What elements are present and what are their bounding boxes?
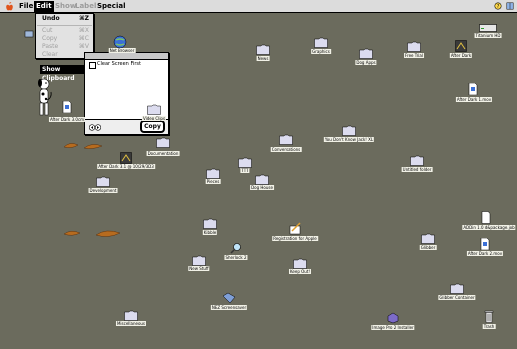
clear-screen-checkbox[interactable] [89, 62, 96, 69]
arrows-icon[interactable] [89, 124, 101, 131]
menu-item-cut[interactable]: Cut ⌘X [36, 27, 93, 35]
pencil-document-icon [289, 222, 301, 235]
after-dark-1-movie-icon[interactable]: After Dark 1.mov [455, 83, 493, 103]
folder-development[interactable]: Development [88, 176, 118, 196]
help-icon[interactable]: ? [494, 2, 502, 10]
nez-screensaver-icon[interactable]: NEZ Screensaver [210, 292, 248, 312]
apple-menu-icon[interactable] [5, 2, 14, 11]
hard-disk-icon[interactable]: Titanium HD [474, 24, 502, 44]
folder-video-clips[interactable]: Video Clips [141, 104, 167, 124]
after-dark-movie-icon[interactable]: After Dark 3.0cm [48, 101, 86, 122]
document-addin-icon[interactable]: ADDin 1.0 d&package.job [462, 211, 516, 231]
installer-box-icon [387, 312, 399, 324]
folder-icon [238, 157, 252, 168]
menu-item-paste[interactable]: Paste ⌘V [36, 43, 93, 51]
folder-dog-house[interactable]: Dog House [250, 174, 274, 194]
after-dark-3-1-icon[interactable]: After Dark 3.1 @ 10/29/3D3 [97, 152, 155, 172]
after-dark-2-movie-icon[interactable]: After Dark 2.mov [466, 238, 504, 258]
sherlock-app-icon[interactable]: Sherlock 2 [224, 242, 248, 262]
folder-news[interactable]: News [252, 44, 274, 64]
finder-application-icon[interactable] [506, 2, 514, 10]
screensaver-icon [222, 292, 236, 304]
folder-kibble[interactable]: Kibble [199, 218, 221, 238]
folder-icon [293, 258, 307, 269]
folder-documentation[interactable]: Documentation [146, 137, 180, 157]
folder-icon [255, 174, 269, 185]
menu-item-undo[interactable]: Undo ⌘Z [36, 15, 93, 23]
folder-glibber-container[interactable]: Glibber Container [438, 283, 476, 303]
menu-item-show-clipboard[interactable]: Show Clipboard [40, 65, 84, 82]
menu-edit[interactable]: Edit [34, 1, 54, 12]
leaf-decoration-icon [63, 143, 103, 149]
menu-separator [37, 25, 92, 26]
folder-icon [96, 176, 110, 187]
folder-icon [314, 37, 328, 48]
trash-icon[interactable]: Trash [478, 310, 500, 330]
folder-conversations[interactable]: Conversations [270, 134, 302, 154]
document-icon [481, 211, 491, 224]
clear-screen-label: Clear Screen First [97, 61, 141, 67]
folder-free-trial[interactable]: Free Trial [403, 41, 425, 61]
folder-new-stuff[interactable]: New Stuff [188, 255, 210, 275]
folder-icon [206, 168, 220, 179]
folder-keep-out[interactable]: Keep Out! [288, 258, 312, 278]
leaf-decoration-icon [63, 230, 121, 237]
folder-icon [279, 134, 293, 145]
folder-icon [147, 104, 161, 115]
dog-mascot-icon[interactable] [35, 76, 53, 118]
net-browser-icon[interactable]: Net Browser [108, 35, 136, 55]
after-dark-icon [120, 152, 132, 164]
menu-file[interactable]: File [17, 1, 35, 12]
folder-icon [407, 41, 421, 52]
browser-application-icon[interactable] [22, 29, 36, 49]
folder-untitled[interactable]: Untitled folder [401, 155, 433, 175]
folder-graphics[interactable]: Graphics [310, 37, 332, 57]
after-dark-folder[interactable]: After Dark [449, 40, 473, 60]
folder-icon [342, 125, 356, 136]
menu-bar: File Edit Show Label Special ? [0, 0, 517, 13]
folder-icon [156, 137, 170, 148]
folder-icon [124, 310, 138, 321]
magnifier-icon [230, 243, 241, 254]
folder-icon [256, 44, 270, 55]
after-dark-icon [455, 40, 467, 52]
folder-glibber[interactable]: Glibber [417, 233, 439, 253]
folder-dog-apps[interactable]: Dog Apps [355, 48, 377, 68]
menu-special[interactable]: Special [95, 1, 127, 12]
folder-icon [359, 48, 373, 59]
installer-icon[interactable]: Image Pro 2 Installer [371, 312, 415, 332]
folder-icon [410, 155, 424, 166]
folder-icon [450, 283, 464, 294]
trash-can-icon [484, 310, 494, 323]
folder-icon [203, 218, 217, 229]
menu-item-copy[interactable]: Copy ⌘C [36, 35, 93, 43]
folder-you-dont-know-jack[interactable]: You Don't Know Jack! XL [323, 125, 375, 145]
folder-miscellaneous[interactable]: Miscellaneous [115, 310, 147, 330]
registration-app-icon[interactable]: Registration for Apple [272, 222, 318, 242]
folder-icon [192, 255, 206, 266]
folder-icon [421, 233, 435, 244]
folder-pieces[interactable]: Pieces [202, 168, 224, 188]
